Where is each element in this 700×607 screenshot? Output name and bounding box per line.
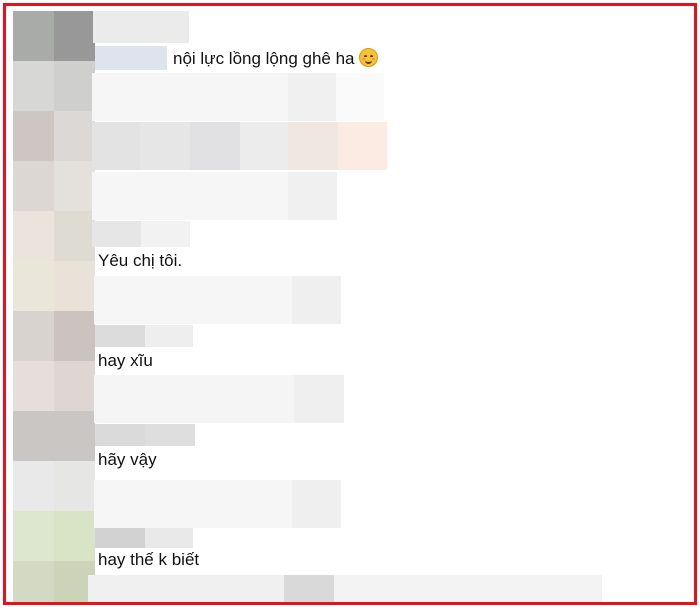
smiling-face-icon — [358, 48, 378, 67]
comment-text: hãy vậy — [98, 450, 157, 469]
pixelated-comment-block — [288, 73, 336, 121]
pixelated-comment-block — [94, 375, 294, 423]
pixelated-username — [141, 221, 190, 247]
pixelated-username — [95, 424, 145, 446]
pixelated-comment-block — [292, 480, 341, 528]
pixelated-comment-block — [284, 575, 334, 602]
pixelated-comment-block — [294, 375, 344, 423]
pixelated-comment-block — [88, 575, 284, 602]
comment-text: hay thế k biết — [98, 550, 200, 569]
pixelated-avatar-strip — [13, 11, 95, 602]
pixelated-comment-block — [334, 575, 602, 602]
pixelated-comment-block — [94, 276, 292, 324]
pixelated-comment-block — [288, 172, 337, 220]
pixelated-comment-block — [336, 73, 384, 121]
comment-text: nội lực lồng lộng ghê ha — [173, 48, 378, 69]
pixelated-comment-block — [140, 122, 190, 170]
pixelated-username — [145, 424, 195, 446]
comment-text: hay xĩu — [98, 351, 153, 370]
pixelated-comment-block — [240, 122, 288, 170]
pixelated-username — [93, 11, 189, 43]
pixelated-username — [145, 325, 193, 347]
pixelated-comment-block — [288, 122, 338, 170]
pixelated-comment-block — [92, 73, 288, 121]
pixelated-comment-block — [92, 172, 288, 220]
comment-text: Yêu chị tôi. — [98, 251, 183, 270]
pixelated-username — [95, 46, 167, 70]
pixelated-comment-block — [190, 122, 240, 170]
pixelated-username — [145, 528, 193, 548]
pixelated-comment-block — [92, 122, 140, 170]
pixelated-username — [95, 325, 145, 347]
pixelated-comment-block — [292, 276, 341, 324]
screenshot-frame: nội lực lồng lộng ghê ha Yêu chị tôi. ha… — [3, 3, 697, 605]
pixelated-username — [92, 221, 141, 247]
pixelated-comment-block — [338, 122, 387, 170]
pixelated-username — [95, 528, 145, 548]
pixelated-comment-block — [94, 480, 292, 528]
